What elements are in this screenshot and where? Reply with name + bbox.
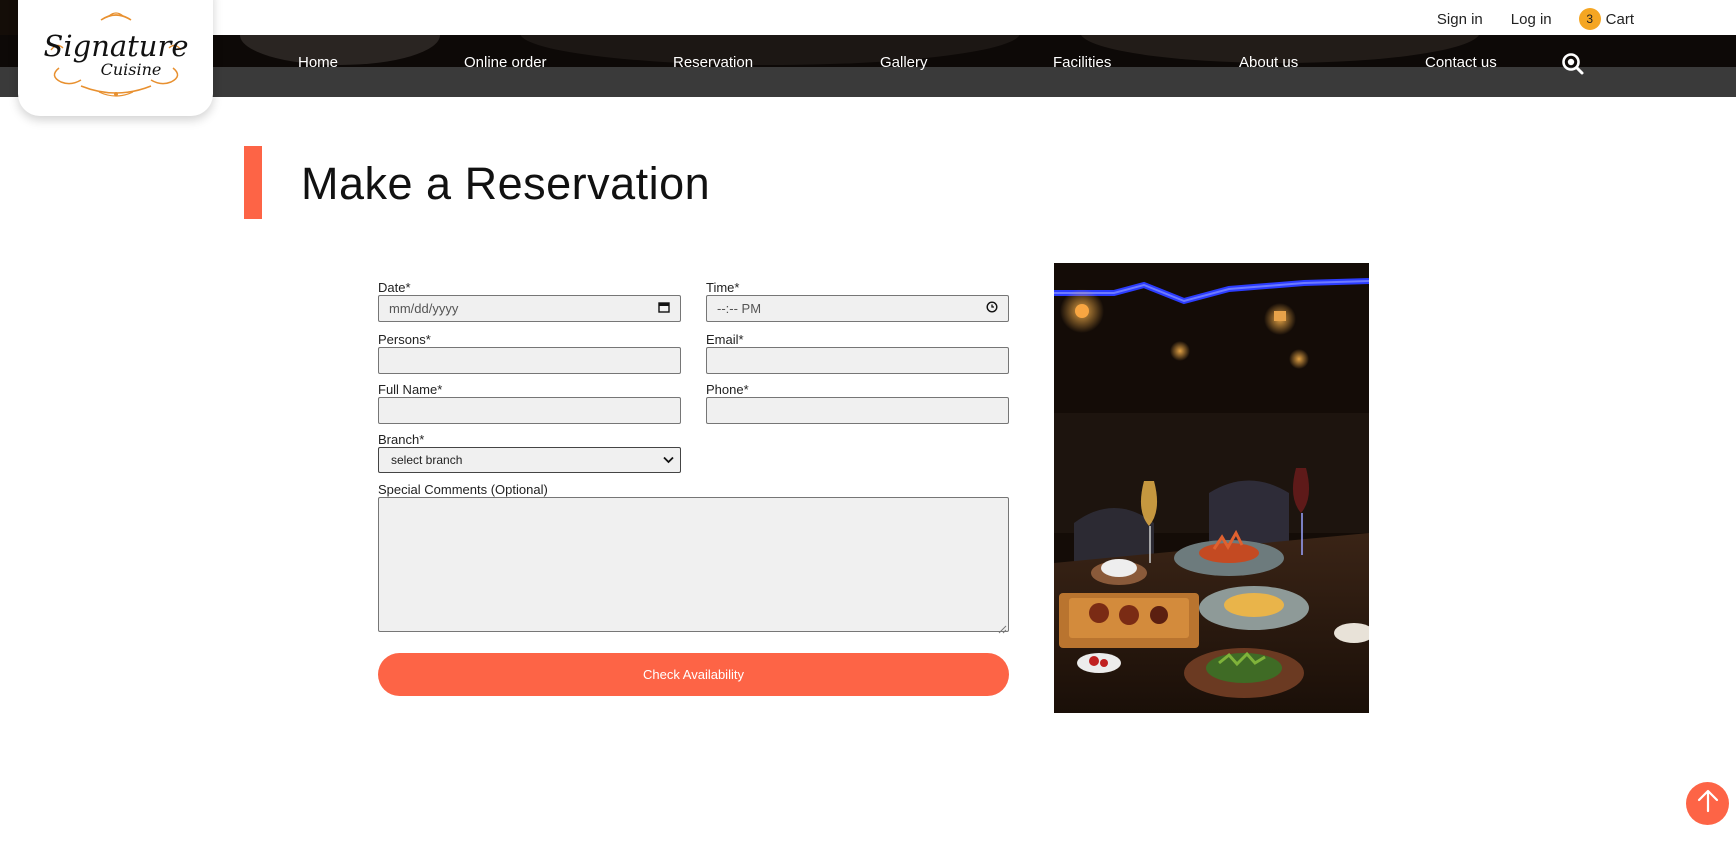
phone-label: Phone*: [706, 382, 749, 397]
svg-text:Signature: Signature: [43, 29, 188, 63]
persons-label: Persons*: [378, 332, 431, 347]
nav-lower-band: [0, 67, 1736, 97]
svg-text:Cuisine: Cuisine: [100, 60, 161, 79]
fullname-input[interactable]: [378, 397, 681, 424]
cart-count-badge: 3: [1578, 8, 1601, 30]
date-label: Date*: [378, 280, 411, 295]
branch-select[interactable]: select branch: [378, 447, 681, 473]
nav-background-shape: [240, 35, 440, 65]
clock-icon[interactable]: [986, 301, 998, 316]
nav-home[interactable]: Home: [298, 54, 338, 71]
branch-selected-value: select branch: [391, 453, 463, 467]
resize-handle-icon[interactable]: [998, 621, 1007, 634]
comments-label: Special Comments (Optional): [378, 482, 548, 497]
nav-gallery[interactable]: Gallery: [880, 54, 928, 71]
page-title: Make a Reservation: [301, 158, 711, 209]
nav-reservation[interactable]: Reservation: [673, 54, 753, 71]
date-placeholder: mm/dd/yyyy: [389, 301, 459, 316]
email-label: Email*: [706, 332, 744, 347]
search-icon[interactable]: [1561, 52, 1585, 76]
title-accent-bar: [244, 146, 262, 219]
top-utility-bar: Sign in Log in 3 Cart: [0, 0, 1736, 35]
nav-background-shape: [520, 35, 1020, 65]
cart-label: Cart: [1605, 10, 1634, 28]
nav-online-order[interactable]: Online order: [464, 54, 547, 71]
email-input[interactable]: [706, 347, 1009, 374]
nav-about-us[interactable]: About us: [1239, 54, 1298, 71]
cart-link[interactable]: 3 Cart: [1578, 8, 1634, 30]
sign-in-link[interactable]: Sign in: [1437, 11, 1483, 28]
date-field[interactable]: mm/dd/yyyy: [378, 295, 681, 322]
log-in-link[interactable]: Log in: [1511, 11, 1552, 28]
time-label: Time*: [706, 280, 740, 295]
account-links: Sign in Log in 3 Cart: [1409, 8, 1634, 30]
time-placeholder: --:-- PM: [717, 301, 762, 316]
back-to-top-button[interactable]: [1686, 782, 1729, 825]
phone-input[interactable]: [706, 397, 1009, 424]
fullname-label: Full Name*: [378, 382, 443, 397]
restaurant-photo: [1054, 263, 1369, 713]
nav-contact-us[interactable]: Contact us: [1425, 54, 1497, 71]
check-availability-button[interactable]: Check Availability: [378, 653, 1009, 696]
signature-cuisine-logo: Signature Cuisine: [43, 12, 188, 97]
comments-textarea[interactable]: [378, 497, 1009, 634]
chevron-down-icon: [663, 453, 674, 467]
nav-facilities[interactable]: Facilities: [1053, 54, 1111, 71]
branch-label: Branch*: [378, 432, 425, 447]
site-logo[interactable]: Signature Cuisine: [18, 0, 213, 116]
persons-input[interactable]: [378, 347, 681, 374]
main-nav: Home Online order Reservation Gallery Fa…: [0, 35, 1736, 97]
calendar-icon[interactable]: [658, 301, 670, 316]
arrow-up-icon: [1695, 788, 1721, 819]
time-field[interactable]: --:-- PM: [706, 295, 1009, 322]
